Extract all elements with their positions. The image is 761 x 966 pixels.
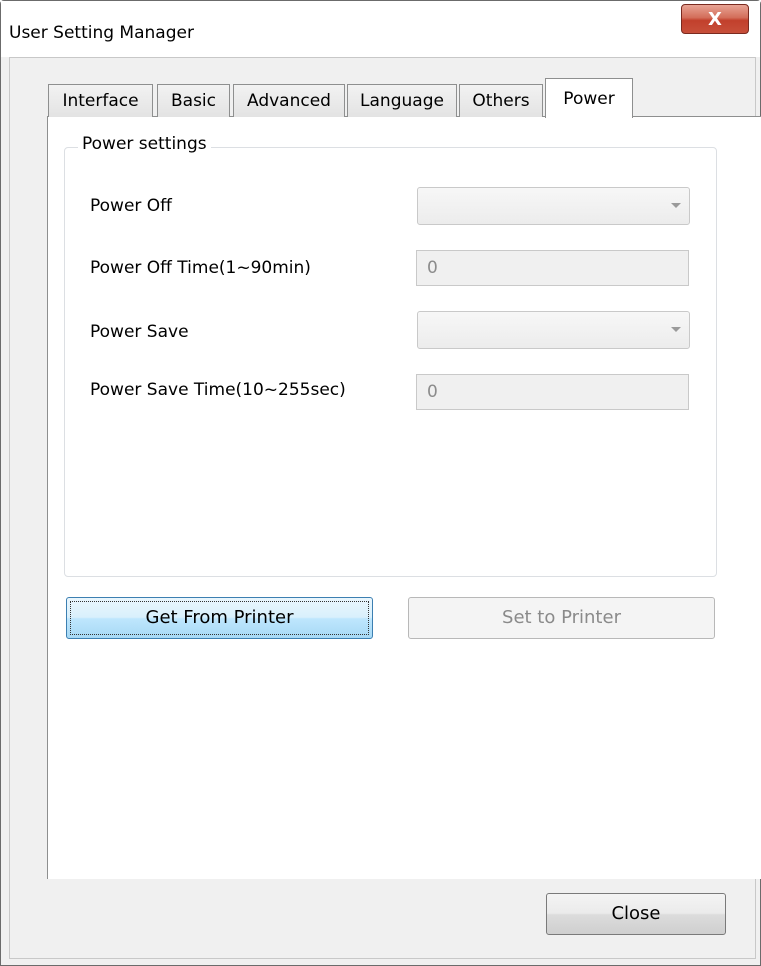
window-close-button[interactable]: X	[681, 4, 749, 34]
power-save-label: Power Save	[90, 322, 189, 342]
close-icon: X	[708, 8, 722, 30]
chevron-down-icon	[671, 327, 681, 332]
power-off-dropdown[interactable]	[417, 187, 690, 225]
power-off-time-field[interactable]: 0	[416, 250, 689, 286]
power-settings-group-title: Power settings	[78, 134, 211, 154]
chevron-down-icon	[671, 203, 681, 208]
power-save-dropdown[interactable]	[417, 311, 690, 349]
tab-advanced[interactable]: Advanced	[233, 84, 345, 117]
window-title: User Setting Manager	[9, 23, 194, 43]
power-off-label: Power Off	[90, 196, 172, 216]
tab-power[interactable]: Power	[545, 78, 633, 118]
tab-others[interactable]: Others	[459, 84, 543, 117]
power-save-time-field[interactable]: 0	[416, 374, 689, 410]
set-to-printer-button[interactable]: Set to Printer	[408, 597, 715, 639]
tab-interface[interactable]: Interface	[48, 84, 153, 117]
power-save-time-label: Power Save Time(10~255sec)	[90, 380, 346, 400]
power-off-time-label: Power Off Time(1~90min)	[90, 258, 311, 278]
title-bar: User Setting Manager X	[1, 1, 760, 58]
tab-language[interactable]: Language	[347, 84, 457, 117]
close-button[interactable]: Close	[546, 893, 726, 935]
get-from-printer-button[interactable]: Get From Printer	[66, 597, 373, 639]
tab-basic[interactable]: Basic	[157, 84, 230, 117]
